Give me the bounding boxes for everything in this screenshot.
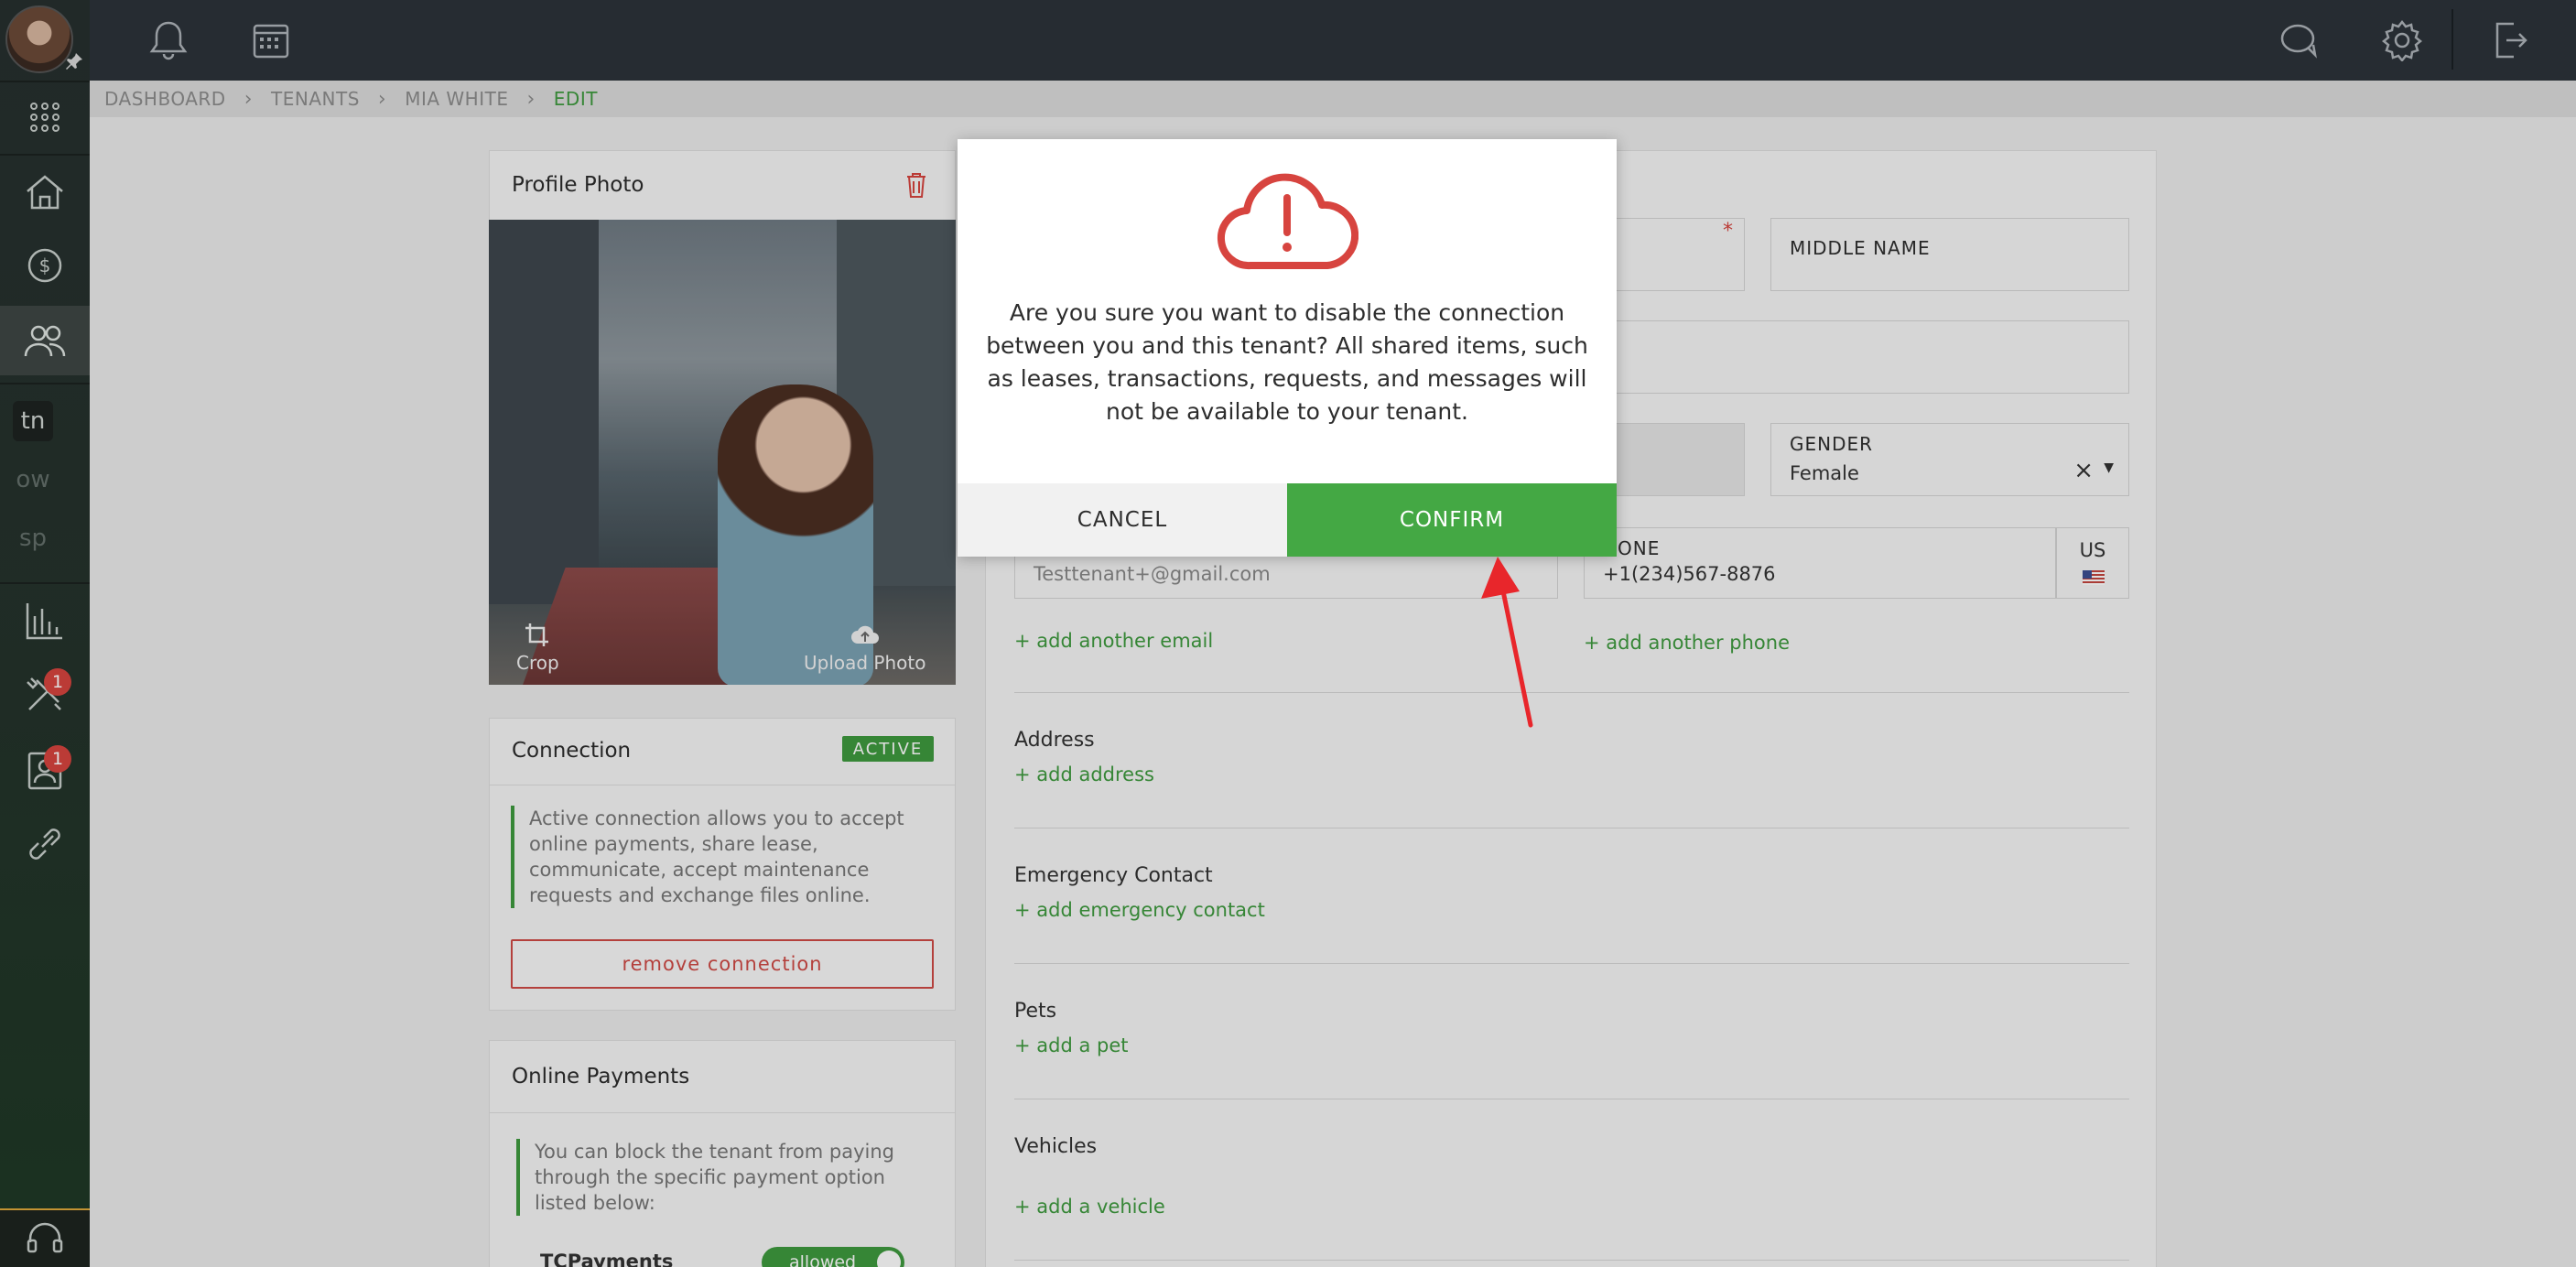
cloud-alert-icon bbox=[1216, 167, 1359, 276]
cancel-button[interactable]: CANCEL bbox=[958, 483, 1287, 557]
confirm-button[interactable]: CONFIRM bbox=[1287, 483, 1617, 557]
modal-message: Are you sure you want to disable the con… bbox=[986, 299, 1588, 425]
annotation-arrow-icon bbox=[1481, 557, 1533, 728]
confirm-disable-connection-modal: Are you sure you want to disable the con… bbox=[958, 139, 1617, 557]
